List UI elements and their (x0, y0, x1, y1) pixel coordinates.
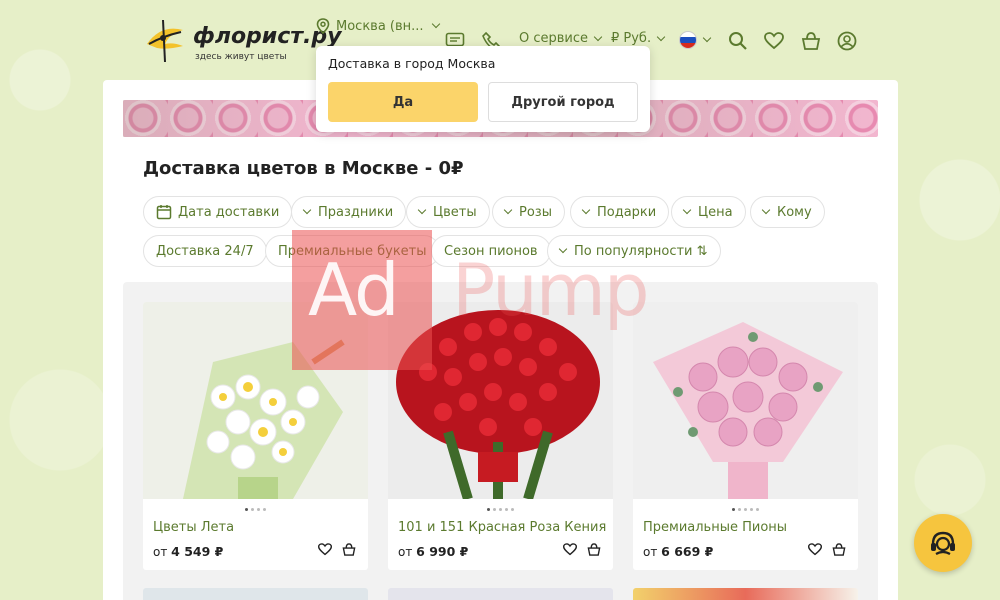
language-menu[interactable] (679, 31, 712, 49)
product-price: от 6 990 ₽ (398, 544, 468, 559)
filter-premium-bouquets[interactable]: Премиальные букеты (265, 235, 440, 267)
price-prefix: от (643, 545, 658, 559)
currency-label: ₽ Руб. (611, 31, 652, 46)
product-price: от 4 549 ₽ (153, 544, 223, 559)
city-confirm-question: Доставка в город Москва (328, 56, 496, 71)
heart-icon[interactable] (763, 30, 785, 52)
chevron-down-icon (558, 244, 568, 254)
image-carousel-dots[interactable] (633, 508, 858, 511)
product-card-partial[interactable] (633, 588, 858, 600)
filter-label: Подарки (597, 204, 657, 220)
filter-roses[interactable]: Розы (492, 196, 565, 228)
basket-icon[interactable] (832, 543, 846, 556)
filter-holidays[interactable]: Праздники (291, 196, 407, 228)
search-icon[interactable] (727, 30, 749, 52)
chevron-down-icon (417, 205, 427, 215)
product-name[interactable]: 101 и 151 Красная Роза Кения (398, 520, 606, 535)
filter-label: Дата доставки (178, 204, 280, 220)
heart-icon[interactable] (808, 543, 822, 556)
calendar-icon (156, 205, 172, 220)
image-carousel-dots[interactable] (143, 508, 368, 511)
city-name: Москва (вн... (336, 18, 424, 34)
price-prefix: от (398, 545, 413, 559)
chevron-down-icon (656, 32, 666, 41)
heart-icon[interactable] (563, 543, 577, 556)
service-menu[interactable]: О сервисе (519, 31, 603, 46)
product-price: от 6 669 ₽ (643, 544, 713, 559)
logo[interactable]: флорист.ру здесь живут цветы (143, 12, 341, 68)
location-pin-icon (316, 18, 330, 34)
city-selector[interactable]: Москва (вн... (316, 18, 440, 34)
support-chat-button[interactable] (914, 514, 972, 572)
product-card-partial[interactable] (143, 588, 368, 600)
chevron-down-icon (431, 19, 440, 29)
filter-peony-season[interactable]: Сезон пионов (431, 235, 551, 267)
basket-icon[interactable] (342, 543, 356, 556)
chevron-down-icon (302, 205, 312, 215)
product-card[interactable]: Цветы Лета от 4 549 ₽ (143, 302, 368, 570)
city-confirm-popup: Доставка в город Москва Да Другой город (316, 46, 650, 132)
logo-bird-icon (147, 19, 183, 63)
chevron-down-icon (581, 205, 591, 215)
filter-price[interactable]: Цена (671, 196, 746, 228)
user-account-icon[interactable] (836, 30, 858, 52)
filter-gifts[interactable]: Подарки (570, 196, 670, 228)
filter-label: Розы (519, 204, 552, 220)
main-content: Доставка цветов в Москве - 0₽ Дата доста… (103, 80, 898, 600)
price-value: 6 669 ₽ (661, 544, 714, 559)
sort-label: По популярности ⇅ (574, 243, 708, 259)
filter-label: Доставка 24/7 (156, 243, 254, 259)
russia-flag-icon (679, 31, 697, 49)
chevron-down-icon (503, 205, 513, 215)
product-name[interactable]: Цветы Лета (153, 520, 234, 535)
filter-delivery-date[interactable]: Дата доставки (143, 196, 293, 228)
filter-label: Кому (777, 204, 812, 220)
logo-tagline: здесь живут цветы (195, 52, 287, 62)
red-roses-bouquet-image[interactable] (388, 302, 613, 499)
filter-recipient[interactable]: Кому (750, 196, 825, 228)
heart-icon[interactable] (318, 543, 332, 556)
product-card[interactable]: Премиальные Пионы от 6 669 ₽ (633, 302, 858, 570)
filter-label: Праздники (318, 204, 394, 220)
image-carousel-dots[interactable] (388, 508, 613, 511)
price-prefix: от (153, 545, 168, 559)
chevron-down-icon (761, 205, 771, 215)
price-value: 6 990 ₽ (416, 544, 469, 559)
filter-label: Сезон пионов (444, 243, 538, 259)
currency-menu[interactable]: ₽ Руб. (611, 31, 666, 46)
service-menu-label: О сервисе (519, 31, 589, 46)
filter-delivery-24-7[interactable]: Доставка 24/7 (143, 235, 267, 267)
pink-peonies-bouquet-image[interactable] (633, 302, 858, 499)
daisy-bouquet-image[interactable] (143, 302, 368, 499)
filter-label: Цена (698, 204, 733, 220)
page-title: Доставка цветов в Москве - 0₽ (143, 158, 464, 179)
basket-icon[interactable] (587, 543, 601, 556)
confirm-city-button[interactable]: Да (328, 82, 478, 122)
product-card-partial[interactable] (388, 588, 613, 600)
filter-flowers[interactable]: Цветы (406, 196, 490, 228)
basket-icon[interactable] (800, 30, 822, 52)
headset-operator-icon (931, 531, 955, 555)
chevron-down-icon (682, 205, 692, 215)
filter-label: Премиальные букеты (278, 243, 427, 259)
filter-label: Цветы (433, 204, 477, 220)
price-value: 4 549 ₽ (171, 544, 224, 559)
product-card[interactable]: 101 и 151 Красная Роза Кения от 6 990 ₽ (388, 302, 613, 570)
product-name[interactable]: Премиальные Пионы (643, 520, 787, 535)
chevron-down-icon (593, 32, 603, 41)
other-city-button[interactable]: Другой город (488, 82, 638, 122)
sort-popularity[interactable]: По популярности ⇅ (547, 235, 721, 267)
chevron-down-icon (702, 33, 712, 43)
